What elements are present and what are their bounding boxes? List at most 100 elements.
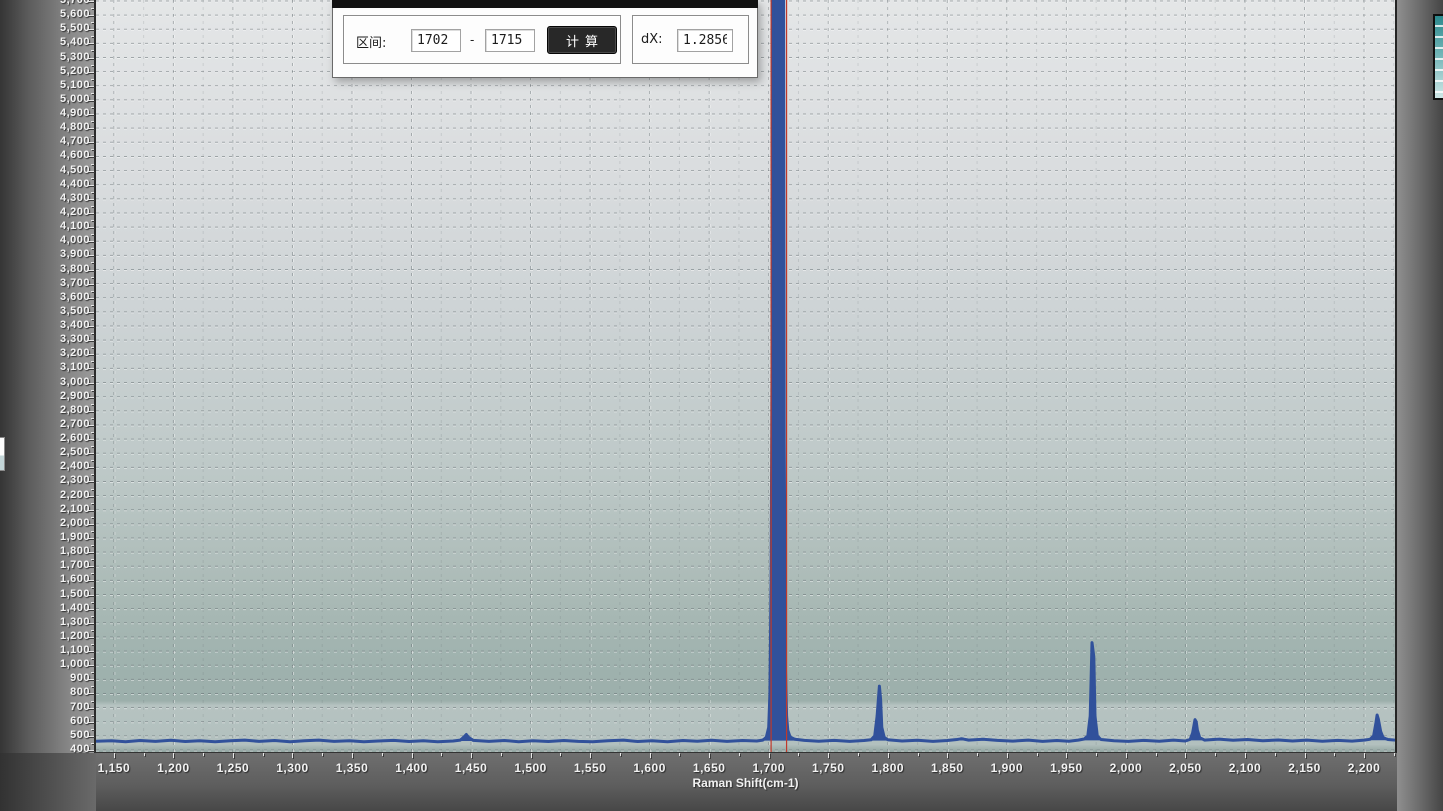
- y-tick-label: 4,800: [0, 121, 90, 133]
- y-tick-major: [88, 298, 94, 299]
- y-tick-minor: [91, 531, 94, 532]
- y-tick-label: 4,400: [0, 178, 90, 190]
- y-tick-minor: [91, 587, 94, 588]
- y-tick-label: 4,200: [0, 206, 90, 218]
- y-tick-minor: [91, 672, 94, 673]
- y-tick-minor: [91, 446, 94, 447]
- y-tick-minor: [91, 503, 94, 504]
- y-tick-label: 3,500: [0, 305, 90, 317]
- y-tick-label: 2,900: [0, 390, 90, 402]
- app-window: 4005006007008009001,0001,1001,2001,3001,…: [0, 0, 1443, 811]
- y-tick-label: 700: [0, 701, 90, 713]
- y-tick-major: [88, 72, 94, 73]
- x-tick-major: [114, 753, 115, 758]
- y-tick-label: 5,600: [0, 8, 90, 20]
- y-tick-label: 3,700: [0, 277, 90, 289]
- y-tick-label: 5,000: [0, 93, 90, 105]
- y-tick-minor: [91, 375, 94, 376]
- y-tick-major: [88, 354, 94, 355]
- y-tick-minor: [91, 573, 94, 574]
- y-tick-label: 1,600: [0, 573, 90, 585]
- y-tick-label: 5,200: [0, 65, 90, 77]
- x-tick-major: [828, 753, 829, 758]
- y-tick-label: 5,400: [0, 36, 90, 48]
- y-tick-label: 3,300: [0, 333, 90, 345]
- x-tick-minor: [1037, 753, 1038, 756]
- y-tick-major: [88, 580, 94, 581]
- y-tick-minor: [91, 630, 94, 631]
- y-tick-label: 4,900: [0, 107, 90, 119]
- x-tick-major: [1066, 753, 1067, 758]
- x-tick-major: [1305, 753, 1306, 758]
- y-tick-label: 5,300: [0, 51, 90, 63]
- y-tick-major: [88, 383, 94, 384]
- y-tick-label: 2,200: [0, 489, 90, 501]
- y-tick-major: [88, 679, 94, 680]
- x-tick-label: 2,200: [1329, 761, 1399, 775]
- y-tick-label: 4,000: [0, 234, 90, 246]
- dialog-titlebar[interactable]: [332, 0, 758, 8]
- x-tick-minor: [1275, 753, 1276, 756]
- x-tick-minor: [501, 753, 502, 756]
- y-tick-minor: [91, 22, 94, 23]
- y-tick-minor: [91, 220, 94, 221]
- y-tick-minor: [91, 686, 94, 687]
- y-tick-label: 2,600: [0, 432, 90, 444]
- y-tick-minor: [91, 432, 94, 433]
- y-tick-minor: [91, 277, 94, 278]
- y-tick-label: 2,800: [0, 404, 90, 416]
- y-tick-major: [88, 284, 94, 285]
- x-tick-major: [233, 753, 234, 758]
- right-margin: [1397, 0, 1443, 811]
- right-edge-widget-fragment[interactable]: [1433, 14, 1443, 100]
- x-tick-minor: [203, 753, 204, 756]
- y-tick-minor: [91, 291, 94, 292]
- x-tick-major: [352, 753, 353, 758]
- y-tick-major: [88, 467, 94, 468]
- x-tick-major: [531, 753, 532, 758]
- x-tick-major: [888, 753, 889, 758]
- interval-to-input[interactable]: [485, 29, 535, 52]
- x-tick-major: [650, 753, 651, 758]
- x-tick-minor: [441, 753, 442, 756]
- y-tick-major: [88, 43, 94, 44]
- spectrum-canvas[interactable]: [96, 0, 1395, 752]
- y-tick-minor: [91, 36, 94, 37]
- x-tick-major: [292, 753, 293, 758]
- x-tick-minor: [679, 753, 680, 756]
- y-tick-minor: [91, 178, 94, 179]
- y-tick-major: [88, 241, 94, 242]
- x-tick-major: [1126, 753, 1127, 758]
- interval-dialog[interactable]: 区间: - 计算 dX:: [332, 0, 758, 78]
- y-tick-minor: [91, 729, 94, 730]
- y-tick-major: [88, 750, 94, 751]
- y-tick-minor: [91, 192, 94, 193]
- x-tick-minor: [918, 753, 919, 756]
- interval-label: 区间:: [356, 32, 386, 51]
- y-tick-minor: [91, 390, 94, 391]
- y-tick-minor: [91, 50, 94, 51]
- x-tick-minor: [858, 753, 859, 756]
- y-tick-major: [88, 100, 94, 101]
- y-tick-major: [88, 510, 94, 511]
- y-tick-minor: [91, 93, 94, 94]
- y-tick-minor: [91, 658, 94, 659]
- y-tick-minor: [91, 545, 94, 546]
- x-tick-minor: [620, 753, 621, 756]
- interval-from-input[interactable]: [411, 29, 461, 52]
- calculate-button[interactable]: 计算: [547, 26, 617, 54]
- spectrum-plot[interactable]: [94, 0, 1397, 753]
- x-tick-minor: [1215, 753, 1216, 756]
- interval-separator: -: [470, 32, 474, 47]
- y-tick-label: 1,100: [0, 644, 90, 656]
- y-tick-label: 3,800: [0, 263, 90, 275]
- y-tick-minor: [91, 262, 94, 263]
- dx-value-input[interactable]: [677, 29, 733, 52]
- y-tick-minor: [91, 319, 94, 320]
- y-tick-label: 1,500: [0, 588, 90, 600]
- y-tick-major: [88, 142, 94, 143]
- x-tick-minor: [977, 753, 978, 756]
- y-tick-label: 400: [0, 743, 90, 755]
- y-tick-minor: [91, 135, 94, 136]
- y-tick-minor: [91, 65, 94, 66]
